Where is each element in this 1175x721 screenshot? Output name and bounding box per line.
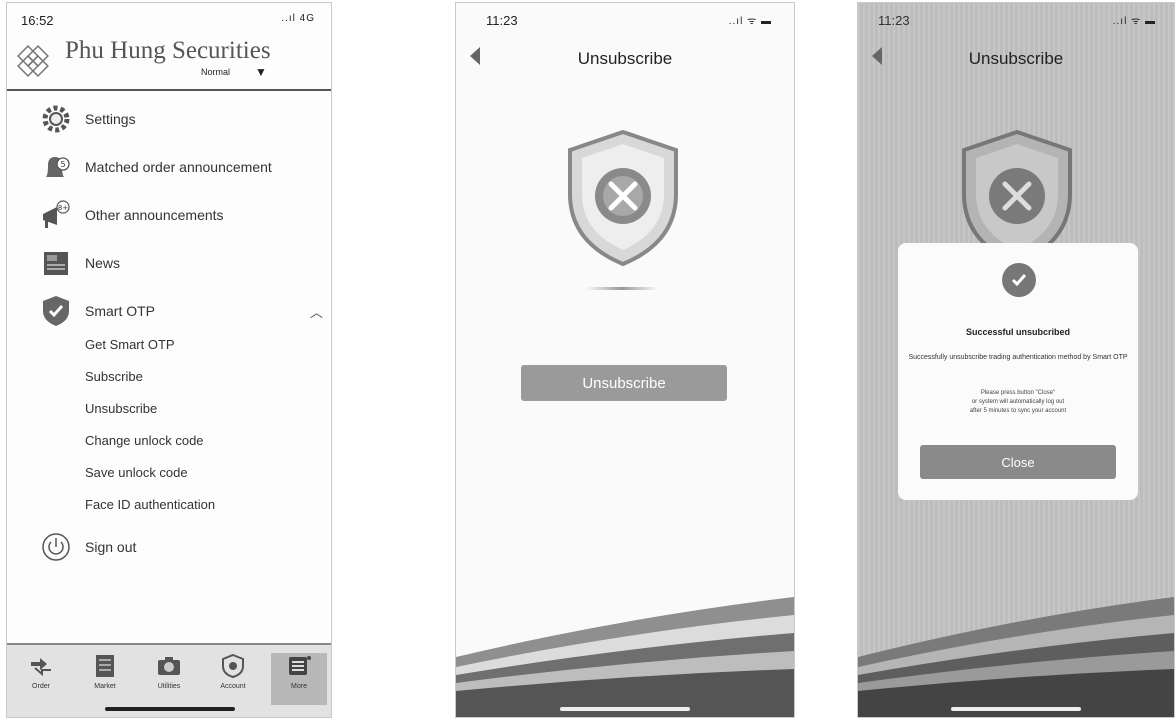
menu-item-matched-order[interactable]: 5 Matched order announcement — [37, 147, 331, 187]
menu-item-smart-otp[interactable]: Smart OTP ︿ — [37, 291, 331, 331]
unsubscribe-button[interactable]: Unsubscribe — [521, 365, 727, 401]
submenu-item-save-unlock-code[interactable]: Save unlock code > — [85, 458, 331, 486]
menu-item-settings[interactable]: Settings — [37, 99, 331, 139]
gear-icon — [37, 102, 75, 136]
submenu-label: Unsubscribe — [85, 400, 158, 416]
newspaper-icon — [37, 246, 75, 280]
page-title: Unsubscribe — [968, 49, 1064, 68]
more-list-icon — [285, 653, 313, 679]
shield-x-icon — [568, 129, 678, 267]
menu-item-other-announcements[interactable]: 8+ Other announcements — [37, 195, 331, 235]
chevron-up-icon[interactable]: ︿ — [310, 302, 323, 321]
market-icon — [91, 653, 119, 679]
page-title: Unsubscribe — [577, 49, 673, 68]
caret-down-icon[interactable]: ▼ — [255, 65, 267, 79]
tab-order[interactable]: Order — [13, 653, 69, 705]
tab-market[interactable]: Market — [77, 653, 133, 705]
menu-item-news[interactable]: News — [37, 243, 331, 283]
check-circle-icon — [1002, 263, 1036, 297]
power-icon — [37, 530, 75, 564]
menu-label: Smart OTP — [85, 303, 156, 319]
header-divider — [7, 89, 331, 91]
home-indicator — [105, 707, 235, 711]
order-icon — [27, 653, 55, 679]
success-dialog: Successful unsubcribed Successfully unsu… — [898, 243, 1138, 500]
bell-icon: 5 — [37, 150, 75, 184]
tab-more[interactable]: More — [271, 653, 327, 705]
close-button[interactable]: Close — [920, 445, 1116, 479]
svg-text:5: 5 — [60, 160, 65, 169]
decorative-waves — [858, 597, 1174, 717]
submenu-item-face-id[interactable]: Face ID authentication > — [85, 490, 331, 518]
submenu-label: Subscribe — [85, 368, 143, 384]
submenu-item-change-unlock-code[interactable]: Change unlock code > — [85, 426, 331, 454]
shield-check-icon — [37, 294, 75, 328]
menu-label: Settings — [85, 111, 136, 127]
tab-label: More — [291, 683, 307, 690]
menu-screen: 16:52 ..ıl 4G Phu Hung Securities Normal… — [6, 2, 332, 718]
brand-name: Phu Hung Securities — [65, 37, 271, 64]
status-icons: ..ıl ᯤ ▬ — [1112, 16, 1156, 27]
unsubscribe-screen: 11:23 ..ıl ᯤ ▬ Unsubscribe Unsubscribe — [455, 2, 795, 718]
tab-account[interactable]: Account — [205, 653, 261, 705]
submenu-label: Change unlock code — [85, 432, 204, 448]
dialog-note-line: after 5 minutes to sync your account — [969, 408, 1067, 414]
megaphone-icon: 8+ — [37, 198, 75, 232]
submenu-item-subscribe[interactable]: Subscribe > — [85, 362, 331, 390]
menu-label: Matched order announcement — [85, 159, 272, 175]
tab-label: Account — [220, 683, 246, 690]
submenu-label: Get Smart OTP — [85, 336, 175, 352]
decorative-waves — [456, 597, 794, 717]
dialog-note: Please press button "Close" or system wi… — [908, 389, 1128, 416]
tab-label: Order — [32, 683, 50, 690]
dialog-note-line: Please press button "Close" — [980, 390, 1056, 396]
submenu-item-unsubscribe[interactable]: Unsubscribe > — [85, 394, 331, 422]
home-indicator — [560, 707, 690, 711]
tab-label: Market — [94, 683, 116, 690]
status-signal: ..ıl 4G — [281, 13, 315, 24]
divider-glow — [586, 287, 658, 290]
camera-icon — [155, 653, 183, 679]
dialog-note-line: or system will automatically log out — [971, 399, 1065, 405]
submenu-label: Save unlock code — [85, 464, 188, 480]
status-icons: ..ıl ᯤ ▬ — [728, 16, 772, 27]
menu-item-sign-out[interactable]: Sign out — [37, 527, 331, 567]
brand-logo-icon — [17, 45, 49, 77]
svg-text:8+: 8+ — [58, 204, 68, 212]
account-shield-icon — [219, 653, 247, 679]
menu-label: News — [85, 255, 121, 271]
dialog-message: Successfully unsubscribe trading authent… — [908, 354, 1128, 361]
submenu-item-get-smart-otp[interactable]: Get Smart OTP > — [85, 330, 331, 358]
dialog-title: Successful unsubcribed — [965, 327, 1071, 337]
status-time: 11:23 — [486, 13, 518, 28]
mode-select[interactable]: Normal — [201, 67, 230, 77]
unsubscribe-success-screen: 11:23 ..ıl ᯤ ▬ Unsubscribe Successful un… — [857, 2, 1175, 718]
menu-label: Other announcements — [85, 207, 224, 223]
tab-utilities[interactable]: Utilities — [141, 653, 197, 705]
status-time: 11:23 — [878, 13, 910, 28]
home-indicator — [951, 707, 1081, 711]
status-time: 16:52 — [21, 13, 54, 28]
menu-label: Sign out — [85, 539, 137, 555]
tab-label: Utilities — [157, 683, 181, 690]
submenu-label: Face ID authentication — [85, 496, 216, 512]
bottom-tab-bar: Order Market Utilities Account More — [7, 643, 331, 717]
